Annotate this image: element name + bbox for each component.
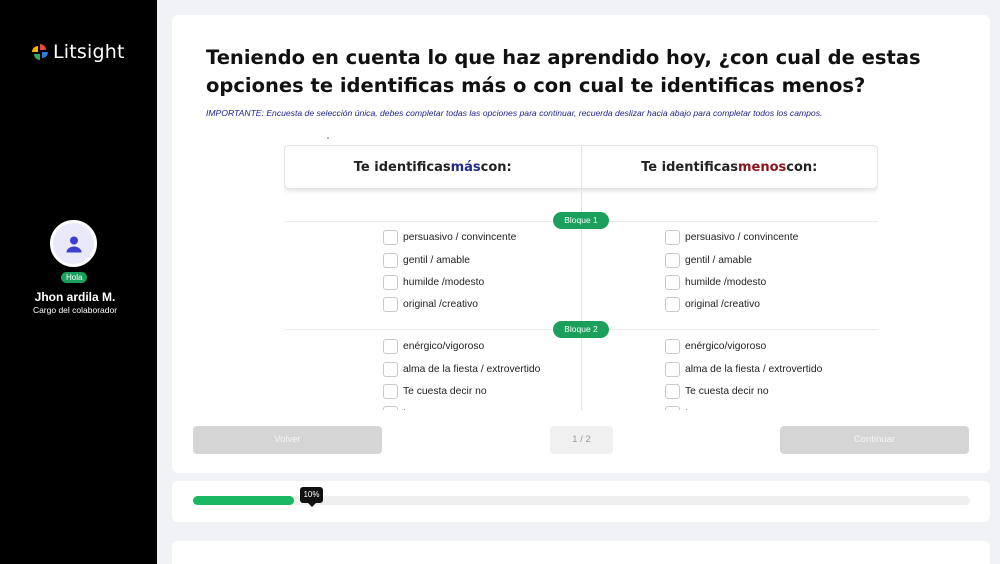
checkbox[interactable] [383, 253, 398, 268]
important-notice: IMPORTANTE: Encuesta de selección única,… [206, 108, 823, 118]
option-menos-humilde[interactable]: humilde /modesto [665, 275, 766, 290]
survey-table[interactable]: Te identificas más con: Te identificas m… [284, 145, 878, 410]
checkbox[interactable] [665, 362, 680, 377]
option-menos-cuesta-decir-no[interactable]: Te cuesta decir no [665, 384, 769, 399]
option-mas-temeroso[interactable]: temeroso [383, 406, 446, 410]
option-label: original /creativo [403, 299, 478, 310]
column-header-text: con: [480, 159, 512, 175]
option-label: temeroso [685, 408, 728, 410]
column-header-text: Te identificas [641, 159, 738, 175]
user-icon [66, 236, 81, 252]
checkbox[interactable] [383, 230, 398, 245]
avatar[interactable] [50, 220, 97, 267]
option-menos-energico[interactable]: enérgico/vigoroso [665, 339, 766, 354]
option-label: alma de la fiesta / extrovertido [685, 364, 823, 375]
bottom-card [172, 541, 990, 564]
checkbox[interactable] [665, 230, 680, 245]
progress-card: 10% [172, 481, 990, 522]
progress-track: 10% [193, 487, 970, 507]
option-mas-humilde[interactable]: humilde /modesto [383, 275, 484, 290]
option-label: gentil / amable [685, 255, 752, 266]
user-role: Cargo del colaborador [32, 305, 118, 315]
user-name: Jhon ardila M. [34, 290, 116, 304]
checkbox[interactable] [665, 406, 680, 410]
checkbox[interactable] [665, 253, 680, 268]
checkbox[interactable] [665, 275, 680, 290]
emphasis-mas: más [450, 159, 481, 175]
sidebar: Litsight Hola Jhon ardila M. Cargo del c… [0, 0, 157, 564]
option-mas-original[interactable]: original /creativo [383, 297, 478, 312]
option-label: humilde /modesto [403, 277, 485, 288]
option-menos-gentil[interactable]: gentil / amable [665, 253, 752, 268]
option-menos-alma-fiesta[interactable]: alma de la fiesta / extrovertido [665, 362, 822, 377]
option-mas-gentil[interactable]: gentil / amable [383, 253, 470, 268]
option-label: persuasivo / convincente [403, 232, 517, 243]
column-header-mas: Te identificas más con: [285, 146, 581, 188]
block-label: Bloque 2 [553, 321, 609, 338]
litsight-logo-icon [32, 44, 48, 60]
option-label: Te cuesta decir no [685, 386, 769, 397]
page-title: Teniendo en cuenta lo que haz aprendido … [206, 46, 921, 97]
survey-header: Te identificas más con: Te identificas m… [284, 145, 878, 189]
option-mas-energico[interactable]: enérgico/vigoroso [383, 339, 484, 354]
logo-text: Litsight [53, 41, 125, 63]
option-menos-persuasivo[interactable]: persuasivo / convincente [665, 230, 798, 245]
option-label: Te cuesta decir no [403, 386, 487, 397]
checkbox[interactable] [383, 384, 398, 399]
option-label: original /creativo [685, 299, 760, 310]
greeting-badge: Hola [61, 272, 88, 283]
option-mas-cuesta-decir-no[interactable]: Te cuesta decir no [383, 384, 487, 399]
option-label: humilde /modesto [685, 277, 767, 288]
checkbox[interactable] [383, 339, 398, 354]
option-label: persuasivo / convincente [685, 232, 799, 243]
page-indicator: 1 / 2 [550, 426, 613, 454]
progress-tooltip: 10% [300, 487, 323, 507]
checkbox[interactable] [665, 297, 680, 312]
checkbox[interactable] [383, 275, 398, 290]
checkbox[interactable] [383, 406, 398, 410]
progress-fill [193, 496, 294, 505]
option-label: alma de la fiesta / extrovertido [403, 364, 541, 375]
checkbox[interactable] [383, 362, 398, 377]
option-menos-original[interactable]: original /creativo [665, 297, 760, 312]
logo[interactable]: Litsight [30, 41, 125, 63]
checkbox[interactable] [383, 297, 398, 312]
decorative-dot [327, 137, 329, 139]
option-mas-persuasivo[interactable]: persuasivo / convincente [383, 230, 516, 245]
option-menos-temeroso[interactable]: temeroso [665, 406, 728, 410]
option-label: gentil / amable [403, 255, 470, 266]
column-header-menos: Te identificas menos con: [580, 146, 878, 188]
back-button[interactable]: Volver [193, 426, 382, 454]
column-header-text: Te identificas [353, 159, 451, 175]
survey-card: Teniendo en cuenta lo que haz aprendido … [172, 15, 990, 473]
column-header-text: con: [786, 159, 818, 175]
option-label: enérgico/vigoroso [403, 341, 485, 352]
checkbox[interactable] [665, 339, 680, 354]
checkbox[interactable] [665, 384, 680, 399]
block-label: Bloque 1 [553, 212, 609, 229]
continue-button[interactable]: Continuar [780, 426, 969, 454]
option-mas-alma-fiesta[interactable]: alma de la fiesta / extrovertido [383, 362, 540, 377]
option-label: temeroso [403, 408, 446, 410]
option-label: enérgico/vigoroso [685, 341, 767, 352]
emphasis-menos: menos [737, 159, 787, 175]
